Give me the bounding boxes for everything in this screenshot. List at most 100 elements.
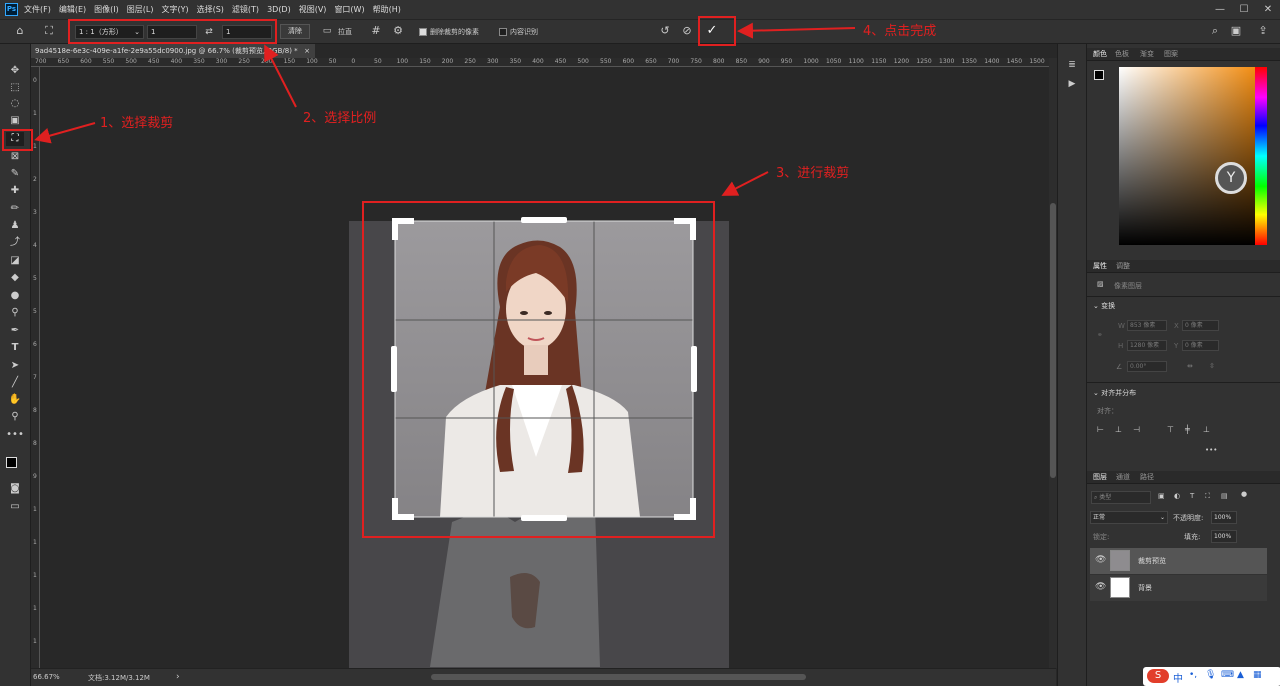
move-tool-icon[interactable]: ✥ [6,64,24,78]
lasso-tool-icon[interactable]: ◌ [6,97,24,111]
menu-select[interactable]: 选择(S) [197,4,224,15]
eraser-tool-icon[interactable]: ◪ [6,254,24,268]
visibility-eye-icon[interactable]: 👁 [1095,582,1106,592]
tab-layers[interactable]: 图层 [1093,472,1107,482]
menu-3d[interactable]: 3D(D) [267,5,291,14]
zoom-level[interactable]: 66.67% [33,673,60,681]
more-tools-icon[interactable]: ••• [6,428,24,442]
menu-type[interactable]: 文字(Y) [161,4,188,15]
minimize-icon[interactable]: — [1208,4,1232,15]
delete-cropped-checkbox[interactable] [419,28,427,36]
tab-channels[interactable]: 通道 [1116,472,1130,482]
ime-punct-icon[interactable]: •, [1189,670,1197,680]
align-center-v-icon[interactable]: ╪ [1185,425,1190,434]
menu-help[interactable]: 帮助(H) [373,4,401,15]
ime-mic-icon[interactable]: 🎙 [1205,670,1216,680]
angle-field[interactable]: 0.00° [1127,361,1167,372]
content-aware-checkbox[interactable] [499,28,507,36]
overlay-grid-icon[interactable]: # [369,24,383,38]
floating-widget-icon[interactable]: Y [1215,162,1247,194]
ime-keyboard-icon[interactable]: ⌨ [1221,670,1234,680]
history-brush-icon[interactable]: ⤴ [6,236,24,250]
layer-row[interactable]: 👁 背景 [1090,575,1267,601]
menu-edit[interactable]: 编辑(E) [59,4,86,15]
straighten-icon[interactable]: ▭ [320,24,334,38]
search-icon[interactable]: ⌕ [1207,24,1223,38]
cancel-icon[interactable]: ⊘ [679,24,695,38]
more-options-icon[interactable]: ••• [1205,446,1217,454]
frame-tool-icon[interactable]: ⊠ [6,150,24,164]
screen-mode-icon[interactable]: ▭ [6,500,24,514]
close-tab-icon[interactable]: × [304,44,310,58]
ime-toolbar[interactable]: S 中 •, 🎙 ⌨ ▲ ▦ [1143,667,1280,686]
color-picker-field[interactable] [1119,67,1259,245]
tab-gradients[interactable]: 渐变 [1140,49,1154,59]
menu-filter[interactable]: 滤镜(T) [232,4,259,15]
dodge-tool-icon[interactable]: ⚲ [6,306,24,320]
gear-icon[interactable]: ⚙ [391,24,405,38]
filter-smart-icon[interactable]: ▤ [1221,492,1228,500]
filter-pixel-icon[interactable]: ▣ [1158,492,1165,500]
foreground-color-swatch[interactable] [6,457,17,468]
opacity-field[interactable]: 100% [1211,511,1237,524]
quick-mask-icon[interactable]: ◙ [6,482,24,496]
share-icon[interactable]: ⇪ [1254,24,1272,38]
y-field[interactable]: 0 像素 [1182,340,1219,351]
tab-paths[interactable]: 路径 [1140,472,1154,482]
menu-layer[interactable]: 图层(L) [127,4,154,15]
type-tool-icon[interactable]: T [6,341,24,355]
layer-kind-filter[interactable]: ⌕ 类型 [1091,491,1151,504]
color-fg-swatch[interactable] [1094,70,1104,80]
actions-panel-icon[interactable]: ▶ [1065,77,1079,91]
ime-tool-icon[interactable]: ▦ [1253,670,1262,680]
align-center-h-icon[interactable]: ⊥ [1115,425,1122,434]
menu-window[interactable]: 窗口(W) [334,4,364,15]
clear-button[interactable]: 清除 [280,24,310,39]
visibility-eye-icon[interactable]: 👁 [1095,555,1106,565]
eyedropper-tool-icon[interactable]: ✎ [6,167,24,181]
document-tab[interactable]: 9ad4518e-6e3c-409e-a1fe-2e9a55dc0900.jpg… [31,44,315,58]
path-select-icon[interactable]: ➤ [6,359,24,373]
filter-shape-icon[interactable]: ⛶ [1205,492,1210,501]
hand-tool-icon[interactable]: ✋ [6,393,24,407]
maximize-icon[interactable]: ☐ [1232,4,1256,15]
paint-bucket-icon[interactable]: ◆ [6,271,24,285]
status-arrow-icon[interactable]: › [176,672,180,682]
crop-tool-preset-icon[interactable]: ⛶ [40,24,58,38]
line-tool-icon[interactable]: ╱ [6,376,24,390]
height-field[interactable]: 1280 像素 [1127,340,1167,351]
workspace-icon[interactable]: ▣ [1228,24,1244,38]
x-field[interactable]: 0 像素 [1182,320,1219,331]
marquee-tool-icon[interactable]: ⬚ [6,81,24,95]
scroll-thumb[interactable] [1050,203,1056,478]
pen-tool-icon[interactable]: ✒ [6,324,24,338]
home-icon[interactable]: ⌂ [12,24,28,38]
close-window-icon[interactable]: ✕ [1256,4,1280,15]
filter-adjust-icon[interactable]: ◐ [1174,492,1180,500]
ime-skin-icon[interactable]: ▲ [1237,670,1244,680]
fill-field[interactable]: 100% [1211,530,1237,543]
flip-vertical-icon[interactable]: ⇳ [1209,362,1215,370]
tab-properties[interactable]: 属性 [1093,261,1107,271]
menu-view[interactable]: 视图(V) [299,4,327,15]
zoom-tool-icon[interactable]: ⚲ [6,410,24,424]
ime-language-label[interactable]: 中 [1173,670,1183,685]
filter-type-icon[interactable]: T [1190,492,1194,500]
clone-stamp-icon[interactable]: ♟ [6,219,24,233]
menu-file[interactable]: 文件(F) [24,4,51,15]
tab-color[interactable]: 颜色 [1093,49,1107,59]
hue-slider[interactable] [1255,67,1267,245]
menu-image[interactable]: 图像(I) [94,4,119,15]
width-field[interactable]: 853 像素 [1127,320,1167,331]
layer-row[interactable]: 👁 裁剪预览 [1090,548,1267,574]
align-right-icon[interactable]: ⊣ [1133,425,1140,434]
reset-icon[interactable]: ↺ [657,24,673,38]
horizontal-scroll-thumb[interactable] [431,674,806,680]
tab-patterns[interactable]: 图案 [1164,49,1178,59]
align-left-icon[interactable]: ⊢ [1097,425,1104,434]
brush-tool-icon[interactable]: ✏ [6,202,24,216]
blur-tool-icon[interactable]: ● [6,289,24,303]
vertical-scrollbar[interactable] [1049,58,1057,668]
align-top-icon[interactable]: ⊤ [1167,425,1174,434]
straighten-label[interactable]: 拉直 [338,27,352,37]
